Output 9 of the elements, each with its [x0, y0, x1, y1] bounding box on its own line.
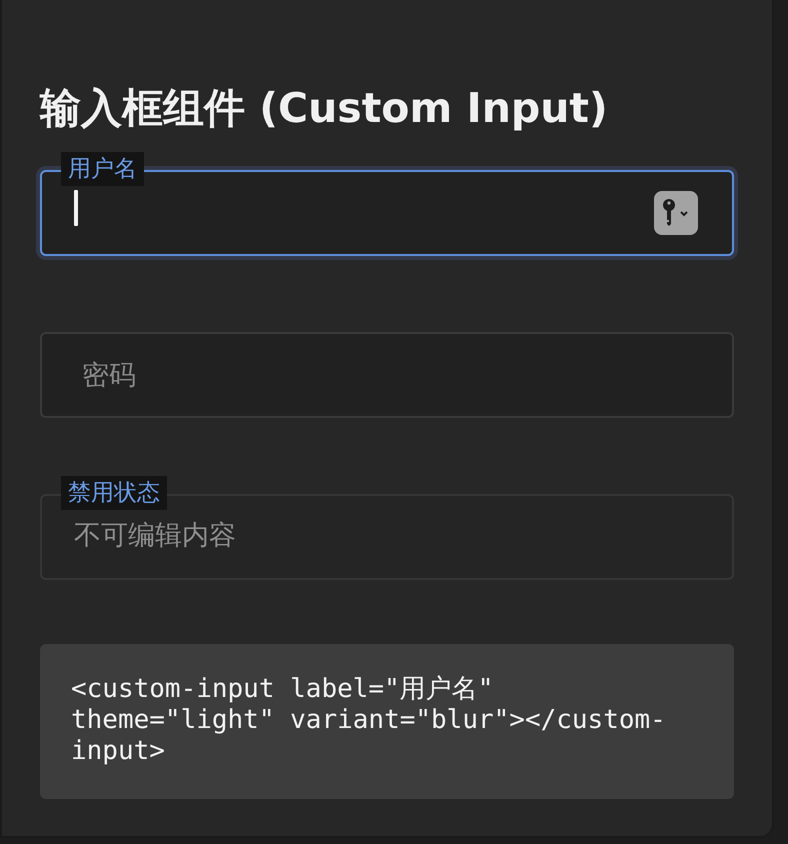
field-label: 禁用状态: [61, 476, 167, 510]
code-text: <custom-input label="用户名" theme="light" variant="blur"></custom-input>: [71, 674, 667, 768]
page-title: 输入框组件 (Custom Input): [40, 84, 609, 134]
field-label: 用户名: [61, 152, 144, 186]
input-field[interactable]: 密码: [40, 332, 734, 418]
text-cursor: [74, 190, 78, 226]
placeholder-text: 密码: [81, 359, 136, 394]
key-icon[interactable]: [654, 191, 698, 236]
field-value: 不可编辑内容: [74, 519, 236, 554]
